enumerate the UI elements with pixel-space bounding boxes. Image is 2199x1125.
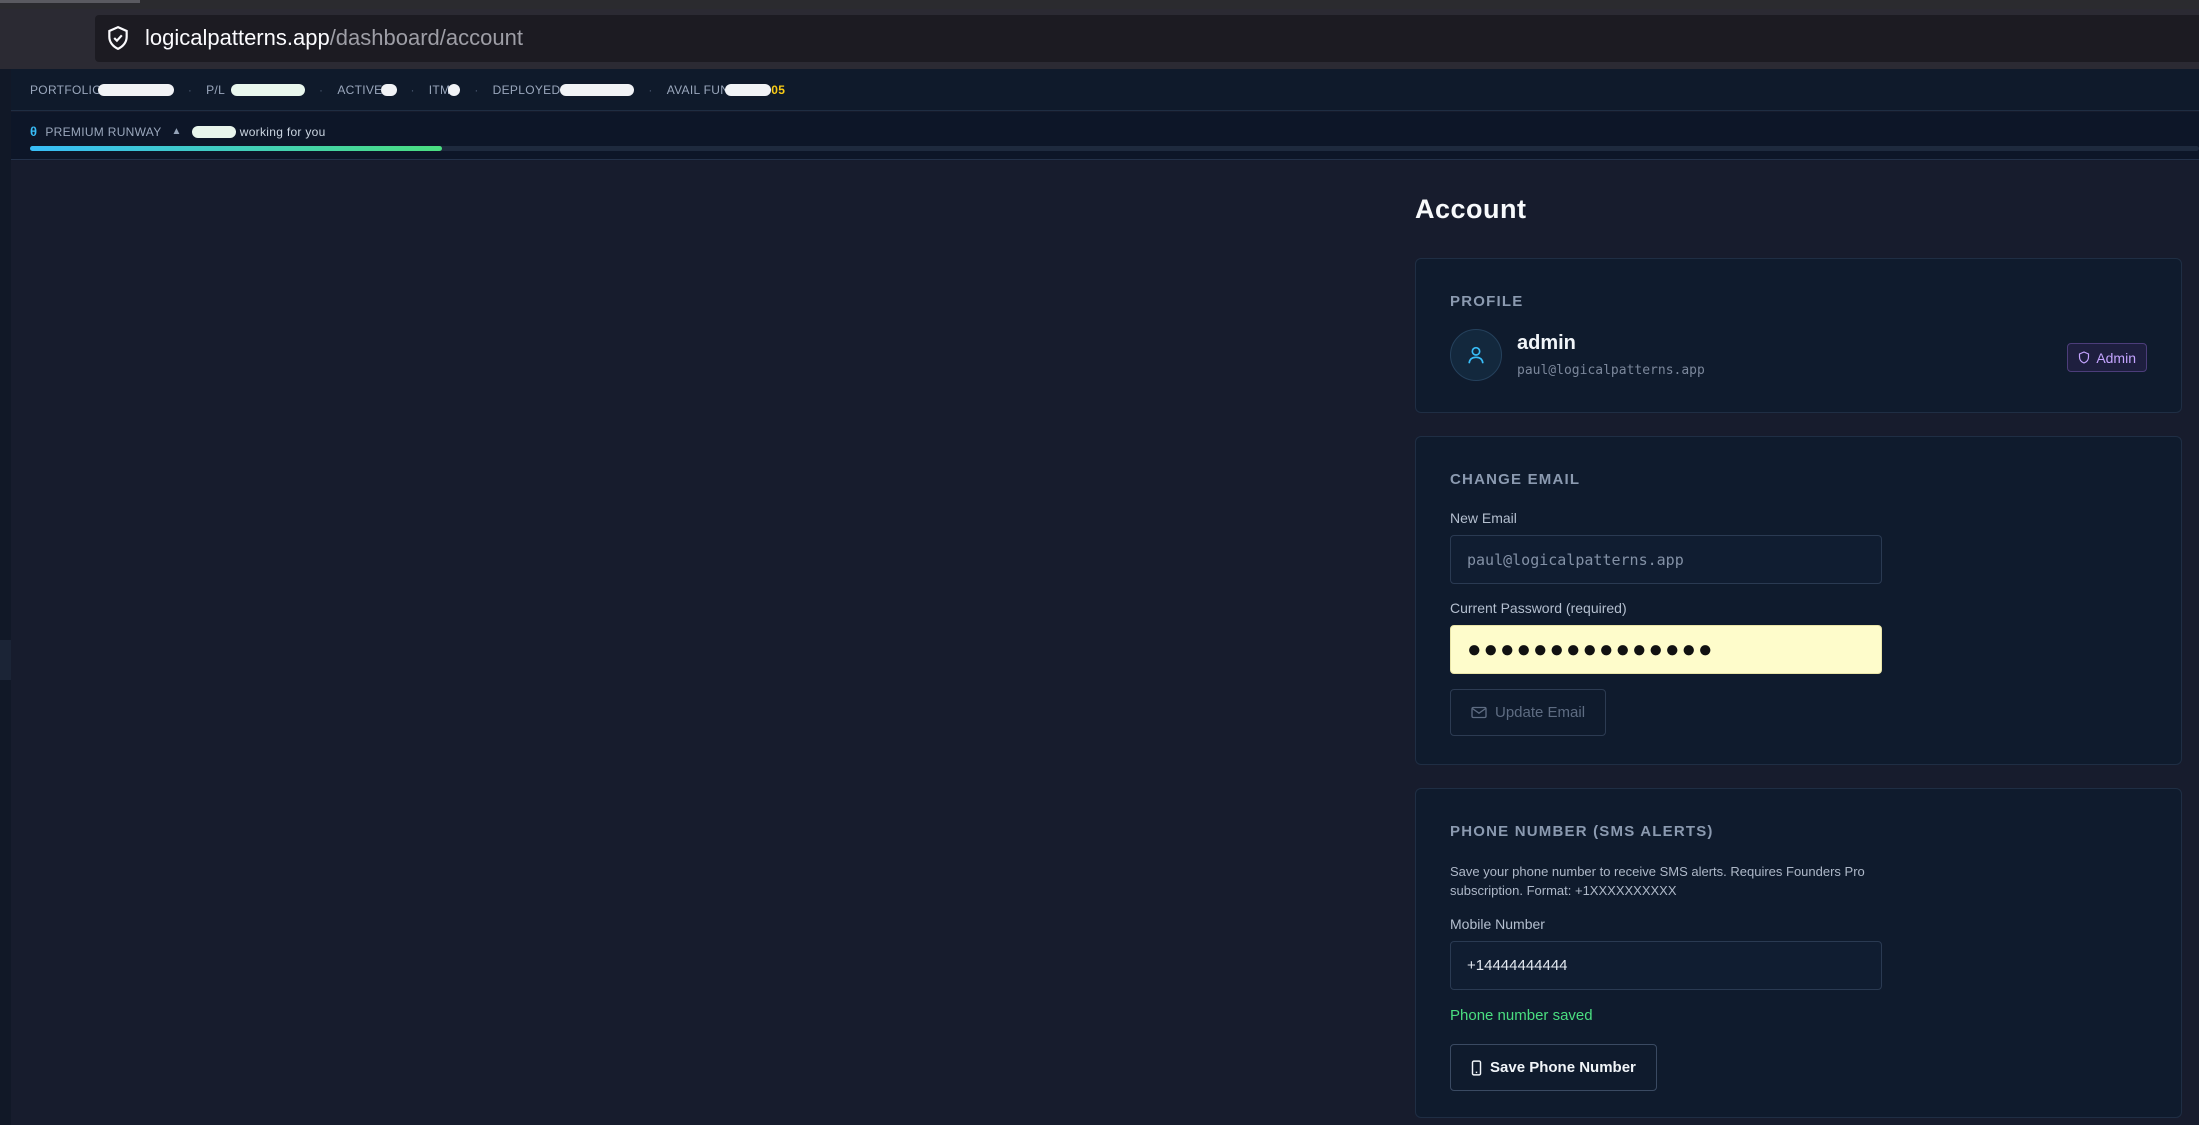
ticker-deployed-label: DEPLOYED [492, 82, 561, 97]
ticker-pl: P/L [206, 82, 306, 97]
profile-name: admin [1517, 332, 1576, 354]
save-phone-button-label: Save Phone Number [1490, 1059, 1636, 1076]
ticker-deployed: DEPLOYED [493, 83, 635, 97]
new-email-label: New Email [1450, 510, 1517, 526]
ticker-portfolio: PORTFOLIO [30, 83, 174, 97]
new-email-input[interactable] [1450, 535, 1882, 584]
phone-number-card: PHONE NUMBER (SMS ALERTS) Save your phon… [1415, 788, 2182, 1118]
sidebar-active-marker [0, 640, 11, 680]
ticker-avail-funds-tail: 05 [771, 82, 786, 97]
profile-section-title: PROFILE [1450, 293, 1524, 310]
ticker-pl-label: P/L [206, 82, 226, 97]
user-icon [1468, 346, 1484, 364]
shield-icon[interactable] [105, 25, 131, 51]
ticker-separator: · [648, 82, 653, 97]
ticker-separator: · [187, 82, 193, 97]
phone-saved-status: Phone number saved [1450, 1007, 1593, 1024]
ticker-avail-funds-label: AVAIL FUN [666, 82, 730, 97]
ticker-portfolio-label: PORTFOLIO [30, 82, 102, 97]
ticker-separator: · [319, 82, 324, 97]
change-email-card: CHANGE EMAIL New Email Current Password … [1415, 436, 2182, 765]
ticker-itm: ITM [429, 83, 461, 97]
redacted-value [380, 83, 397, 96]
url-host: logicalpatterns.app [145, 25, 330, 50]
redacted-value [560, 83, 635, 96]
current-password-input[interactable] [1450, 625, 1882, 674]
url-text[interactable]: logicalpatterns.app/dashboard/account [145, 22, 523, 54]
update-email-button-label: Update Email [1495, 704, 1586, 721]
browser-tab-bar [0, 0, 2199, 9]
redacted-value [725, 83, 772, 96]
premium-runway-bar: θ PREMIUM RUNWAY ▲ working for you [11, 112, 2199, 160]
mobile-number-input[interactable] [1450, 941, 1882, 990]
admin-badge-label: Admin [2096, 349, 2136, 366]
ticker-itm-label: ITM [428, 82, 451, 97]
left-sidebar-rail [0, 69, 11, 1125]
profile-email: paul@logicalpatterns.app [1517, 363, 1705, 378]
redacted-value [448, 83, 461, 96]
ticker-active-label: ACTIVE [337, 82, 383, 97]
portfolio-ticker-bar: PORTFOLIO · P/L · ACTIVE · ITM · DEPLOYE… [11, 69, 2199, 111]
redacted-value [231, 83, 306, 96]
smartphone-icon [1471, 1059, 1482, 1076]
profile-card: PROFILE admin paul@logicalpatterns.app A… [1415, 258, 2182, 413]
ticker-separator: · [474, 82, 479, 97]
runway-progress-track [30, 146, 2199, 151]
caret-up-icon[interactable]: ▲ [172, 126, 182, 137]
redacted-value [97, 83, 174, 96]
avatar [1450, 329, 1502, 381]
mobile-number-label: Mobile Number [1450, 916, 1545, 932]
current-password-label: Current Password (required) [1450, 600, 1627, 616]
admin-role-badge: Admin [2067, 343, 2147, 372]
runway-note: working for you [239, 124, 326, 139]
phone-section-title: PHONE NUMBER (SMS ALERTS) [1450, 823, 1714, 840]
save-phone-number-button[interactable]: Save Phone Number [1450, 1044, 1657, 1091]
browser-active-tab[interactable] [0, 0, 140, 3]
ticker-separator: · [410, 82, 415, 97]
redacted-value [191, 125, 236, 138]
shield-icon [2079, 351, 2090, 364]
phone-description: Save your phone number to receive SMS al… [1450, 864, 1865, 898]
ticker-avail-funds: AVAIL FUN 05 [667, 83, 785, 97]
runway-label: PREMIUM RUNWAY [45, 124, 162, 139]
ticker-active: ACTIVE [337, 82, 397, 97]
update-email-button[interactable]: Update Email [1450, 689, 1607, 736]
runway-header: θ PREMIUM RUNWAY ▲ working for you [30, 124, 326, 139]
mail-icon [1471, 706, 1487, 719]
runway-progress-fill [30, 146, 443, 151]
theta-icon: θ [30, 124, 38, 139]
page-title: Account [1415, 194, 1527, 224]
change-email-section-title: CHANGE EMAIL [1450, 471, 1581, 488]
url-path: /dashboard/account [329, 25, 523, 50]
